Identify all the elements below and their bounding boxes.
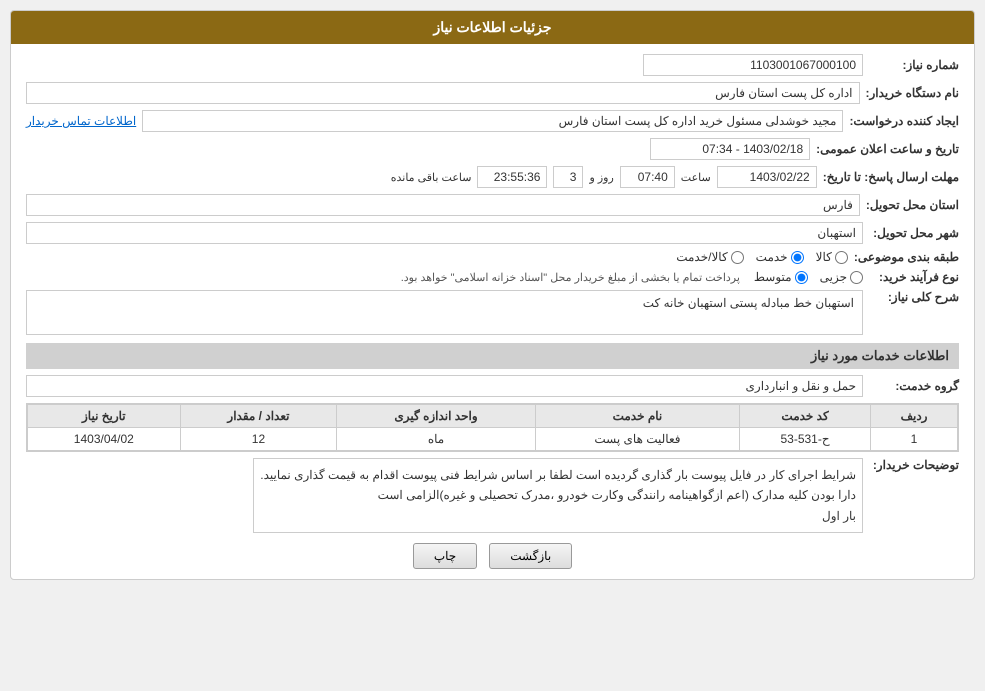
action-buttons: بازگشت چاپ	[26, 543, 959, 569]
col-row: ردیف	[871, 405, 958, 428]
buyer-org-value: اداره کل پست استان فارس	[26, 82, 860, 104]
col-code: کد خدمت	[740, 405, 871, 428]
col-date: تاریخ نیاز	[28, 405, 181, 428]
province-value: فارس	[26, 194, 860, 216]
category-option-goods[interactable]: کالا	[816, 250, 848, 264]
deadline-days: 3	[553, 166, 583, 188]
announce-date-value: 1403/02/18 - 07:34	[650, 138, 810, 160]
col-name: نام خدمت	[535, 405, 739, 428]
city-value: استهبان	[26, 222, 863, 244]
purchase-type-radio-partial[interactable]	[850, 271, 863, 284]
buyer-org-label: نام دستگاه خریدار:	[866, 86, 960, 100]
need-number-value: 1103001067000100	[643, 54, 863, 76]
need-number-label: شماره نیاز:	[869, 58, 959, 72]
contact-link[interactable]: اطلاعات تماس خریدار	[26, 114, 136, 128]
service-group-value: حمل و نقل و انبارداری	[26, 375, 863, 397]
category-options: کالا خدمت کالا/خدمت	[676, 250, 848, 264]
purchase-partial-label: جزیی	[820, 270, 847, 284]
category-both-label: کالا/خدمت	[676, 250, 727, 264]
deadline-days-label: روز و	[589, 171, 613, 184]
deadline-label: مهلت ارسال پاسخ: تا تاریخ:	[823, 170, 959, 184]
category-radio-service[interactable]	[791, 251, 804, 264]
category-service-label: خدمت	[756, 250, 788, 264]
col-qty: تعداد / مقدار	[180, 405, 337, 428]
notes-value: شرایط اجرای کار در فایل پیوست بار گذاری …	[253, 458, 863, 533]
province-label: استان محل تحویل:	[866, 198, 959, 212]
print-button[interactable]: چاپ	[413, 543, 477, 569]
category-label: طبقه بندی موضوعی:	[854, 250, 959, 264]
category-option-service[interactable]: خدمت	[756, 250, 804, 264]
need-desc-box: استهبان خط مبادله پستی استهبان خانه کت	[26, 290, 863, 335]
need-desc-label: شرح کلی نیاز:	[869, 290, 959, 304]
purchase-type-medium[interactable]: متوسط	[754, 270, 808, 284]
creator-label: ایجاد کننده درخواست:	[849, 114, 959, 128]
purchase-note: پرداخت تمام یا بخشی از مبلغ خریدار محل "…	[401, 271, 740, 284]
service-group-label: گروه خدمت:	[869, 379, 959, 393]
services-section-title: اطلاعات خدمات مورد نیاز	[26, 343, 959, 369]
deadline-date: 1403/02/22	[717, 166, 817, 188]
category-goods-label: کالا	[816, 250, 832, 264]
need-desc-value: استهبان خط مبادله پستی استهبان خانه کت	[35, 296, 854, 310]
category-option-both[interactable]: کالا/خدمت	[676, 250, 743, 264]
back-button[interactable]: بازگشت	[489, 543, 572, 569]
deadline-time-label: ساعت	[681, 171, 711, 184]
table-row: 1ح-531-53فعالیت های پستماه121403/04/02	[28, 428, 958, 451]
city-label: شهر محل تحویل:	[869, 226, 959, 240]
deadline-time: 07:40	[620, 166, 675, 188]
creator-value: مجید خوشدلی مسئول خرید اداره کل پست استا…	[142, 110, 843, 132]
purchase-medium-label: متوسط	[754, 270, 792, 284]
category-radio-goods[interactable]	[835, 251, 848, 264]
purchase-type-label: نوع فرآیند خرید:	[869, 270, 959, 284]
purchase-type-partial[interactable]: جزیی	[820, 270, 863, 284]
col-unit: واحد اندازه گیری	[337, 405, 536, 428]
deadline-remaining: 23:55:36	[477, 166, 547, 188]
page-title: جزئیات اطلاعات نیاز	[11, 11, 974, 44]
services-table: ردیف کد خدمت نام خدمت واحد اندازه گیری ت…	[26, 403, 959, 452]
purchase-type-radio-medium[interactable]	[795, 271, 808, 284]
notes-label: توضیحات خریدار:	[869, 458, 959, 472]
category-radio-both[interactable]	[731, 251, 744, 264]
announce-date-label: تاریخ و ساعت اعلان عمومی:	[816, 142, 959, 156]
purchase-type-options: جزیی متوسط	[754, 270, 863, 284]
deadline-remaining-label: ساعت باقی مانده	[391, 171, 472, 184]
